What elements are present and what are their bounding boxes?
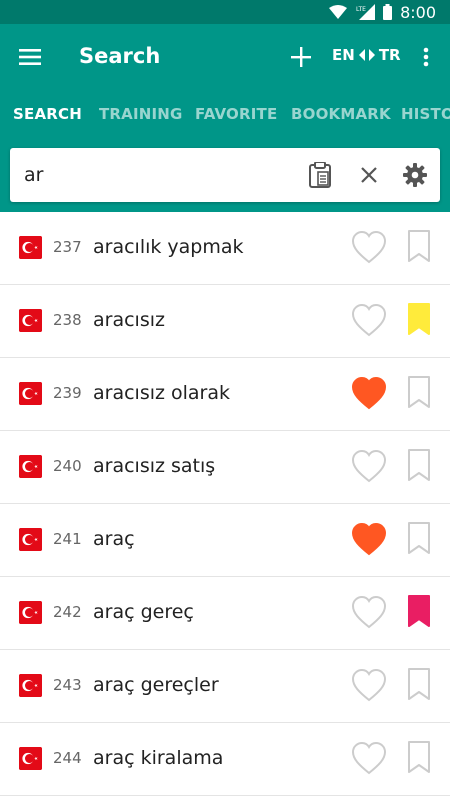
tab-search[interactable]: SEARCH [13, 90, 82, 138]
heart-icon[interactable] [351, 449, 387, 483]
heart-icon[interactable] [351, 522, 387, 556]
heart-icon[interactable] [351, 303, 387, 337]
flag [19, 455, 42, 478]
entry-number: 239 [53, 384, 82, 402]
tab-history[interactable]: HISTOR [401, 90, 450, 138]
menu-button[interactable] [14, 43, 46, 71]
battery-icon [383, 4, 393, 20]
swap-arrows-icon [358, 49, 375, 61]
page-title: Search [79, 44, 161, 68]
entry-number: 237 [53, 238, 82, 256]
bookmark-icon[interactable] [407, 594, 431, 628]
results-list: 237 aracılık yapmak 238 aracısız 239 aracısız… [0, 212, 450, 796]
heart-icon[interactable] [351, 230, 387, 264]
list-item[interactable]: 240 aracısız satış [0, 431, 450, 504]
settings-button[interactable] [401, 161, 429, 189]
heart-icon[interactable] [351, 376, 387, 410]
language-switch[interactable]: EN TR [332, 46, 401, 64]
wifi-icon [329, 5, 348, 19]
entry-number: 244 [53, 749, 82, 767]
entry-word: araç kiralama [93, 747, 224, 769]
turkey-flag-icon [19, 674, 42, 697]
close-icon [361, 167, 377, 183]
search-input[interactable] [24, 160, 294, 190]
heart-icon[interactable] [351, 741, 387, 775]
turkey-flag-icon [19, 455, 42, 478]
turkey-flag-icon [19, 528, 42, 551]
bookmark-icon[interactable] [407, 229, 431, 263]
turkey-flag-icon [19, 309, 42, 332]
entry-word: araç [93, 528, 135, 550]
flag [19, 528, 42, 551]
bookmark-icon[interactable] [407, 521, 431, 555]
turkey-flag-icon [19, 236, 42, 259]
more-vert-icon [423, 47, 429, 67]
heart-icon[interactable] [351, 595, 387, 629]
tab-training[interactable]: TRAINING [99, 90, 183, 138]
entry-word: araç gereç [93, 601, 194, 623]
source-language: EN [332, 46, 355, 64]
bookmark-icon[interactable] [407, 302, 431, 336]
list-item[interactable]: 241 araç [0, 504, 450, 577]
tab-bookmark[interactable]: BOOKMARK [291, 90, 391, 138]
turkey-flag-icon [19, 747, 42, 770]
bookmark-icon[interactable] [407, 448, 431, 482]
entry-number: 238 [53, 311, 82, 329]
app-bar: Search EN TR [0, 24, 450, 90]
bookmark-icon[interactable] [407, 375, 431, 409]
flag [19, 382, 42, 405]
entry-number: 243 [53, 676, 82, 694]
flag [19, 309, 42, 332]
entry-number: 240 [53, 457, 82, 475]
entry-word: araç gereçler [93, 674, 219, 696]
flag [19, 674, 42, 697]
list-item[interactable]: 243 araç gereçler [0, 650, 450, 723]
bookmark-icon[interactable] [407, 667, 431, 701]
more-options-button[interactable] [414, 42, 438, 72]
tab-bar: SEARCH TRAINING FAVORITE BOOKMARK HISTOR [0, 90, 450, 138]
status-time: 8:00 [400, 2, 436, 22]
list-item[interactable]: 242 araç gereç [0, 577, 450, 650]
clipboard-icon [309, 162, 331, 188]
network-label: LTE [356, 6, 366, 13]
gear-icon [403, 163, 427, 187]
entry-word: aracısız olarak [93, 382, 231, 404]
search-box [10, 148, 440, 202]
turkey-flag-icon [19, 382, 42, 405]
list-item[interactable]: 237 aracılık yapmak [0, 212, 450, 285]
clear-button[interactable] [355, 161, 383, 189]
turkey-flag-icon [19, 601, 42, 624]
search-area [0, 138, 450, 212]
add-button[interactable] [286, 42, 316, 72]
status-bar: LTE 8:00 [0, 0, 450, 24]
flag [19, 601, 42, 624]
plus-icon [291, 47, 311, 67]
entry-word: aracısız [93, 309, 165, 331]
flag [19, 747, 42, 770]
entry-number: 242 [53, 603, 82, 621]
entry-word: aracısız satış [93, 455, 216, 477]
lte-signal-icon: LTE [356, 4, 376, 20]
entry-number: 241 [53, 530, 82, 548]
entry-word: aracılık yapmak [93, 236, 244, 258]
target-language: TR [378, 46, 401, 64]
list-item[interactable]: 244 araç kiralama [0, 723, 450, 796]
list-item[interactable]: 238 aracısız [0, 285, 450, 358]
tab-favorite[interactable]: FAVORITE [195, 90, 277, 138]
list-item[interactable]: 239 aracısız olarak [0, 358, 450, 431]
bookmark-icon[interactable] [407, 740, 431, 774]
flag [19, 236, 42, 259]
heart-icon[interactable] [351, 668, 387, 702]
hamburger-menu-icon [19, 49, 41, 65]
paste-button[interactable] [306, 161, 334, 189]
